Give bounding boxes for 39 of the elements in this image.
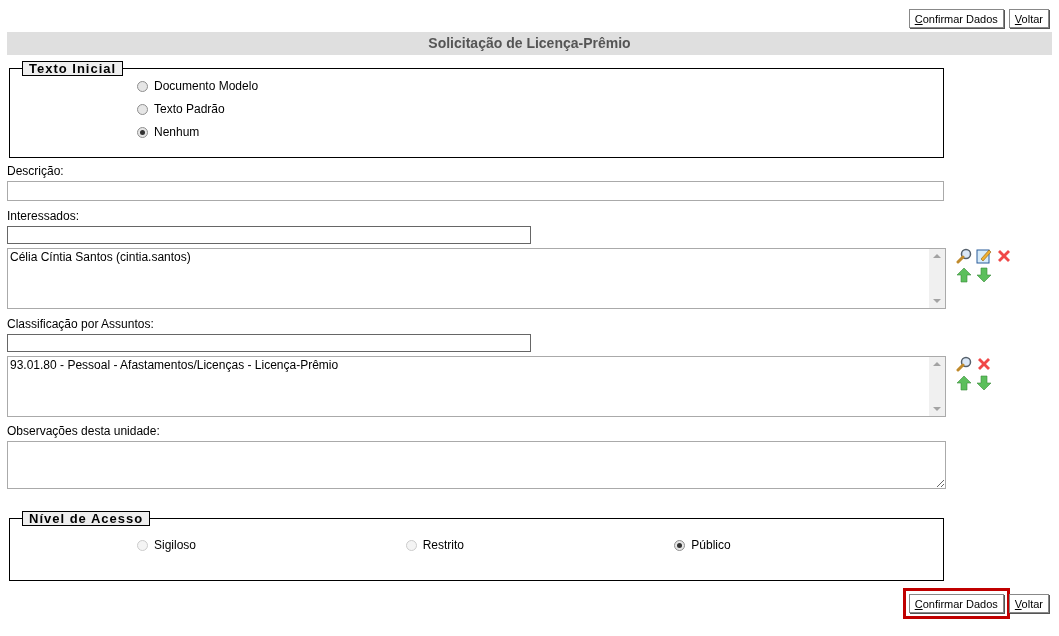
search-icon[interactable] bbox=[956, 248, 972, 264]
radio-label: Público bbox=[691, 538, 731, 552]
remove-icon[interactable] bbox=[996, 248, 1012, 264]
input-field[interactable] bbox=[7, 181, 944, 201]
radio-button[interactable] bbox=[674, 539, 686, 551]
search-icon[interactable] bbox=[956, 356, 972, 372]
remove-icon[interactable] bbox=[976, 356, 992, 372]
arrow-down-icon[interactable] bbox=[976, 375, 992, 391]
scrollbar[interactable] bbox=[929, 249, 945, 308]
list-box[interactable]: 93.01.80 - Pessoal - Afastamentos/Licenças - Licença-Prêmio bbox=[7, 356, 946, 417]
input-field[interactable] bbox=[7, 226, 531, 244]
arrow-down-icon[interactable] bbox=[976, 267, 992, 283]
radio-button[interactable] bbox=[137, 126, 148, 138]
radio-button[interactable] bbox=[137, 80, 148, 92]
text-area[interactable] bbox=[7, 441, 946, 489]
radio-label: Documento Modelo bbox=[154, 79, 259, 93]
field-label: Interessados: bbox=[7, 209, 81, 223]
radio-label: Texto Padrão bbox=[154, 102, 225, 116]
radio-label: Sigiloso bbox=[154, 538, 197, 552]
radio-label: Restrito bbox=[422, 538, 464, 552]
field-label: Observações desta unidade: bbox=[7, 424, 161, 438]
list-item[interactable]: Célia Cíntia Santos (cintia.santos) bbox=[10, 250, 927, 264]
button[interactable]: Voltar bbox=[1008, 9, 1049, 28]
arrow-up-icon[interactable] bbox=[956, 375, 972, 391]
fieldset-legend: Texto Inicial bbox=[22, 61, 124, 76]
button[interactable]: Confirmar Dados bbox=[908, 9, 1004, 28]
radio-button[interactable] bbox=[137, 103, 148, 115]
edit-icon[interactable] bbox=[976, 248, 992, 264]
scrollbar[interactable] bbox=[929, 357, 945, 416]
radio-label: Nenhum bbox=[154, 125, 200, 139]
button[interactable]: Voltar bbox=[1008, 594, 1049, 613]
fieldset-legend: Nível de Acesso bbox=[22, 511, 151, 526]
field-label: Descrição: bbox=[7, 164, 65, 178]
page-title: Solicitação de Licença-Prêmio bbox=[7, 32, 1052, 55]
list-item[interactable]: 93.01.80 - Pessoal - Afastamentos/Licenças - Licença-Prêmio bbox=[10, 358, 927, 372]
input-field[interactable] bbox=[7, 334, 531, 352]
list-box[interactable]: Célia Cíntia Santos (cintia.santos) bbox=[7, 248, 946, 309]
arrow-up-icon[interactable] bbox=[956, 267, 972, 283]
field-label: Classificação por Assuntos: bbox=[7, 317, 155, 331]
